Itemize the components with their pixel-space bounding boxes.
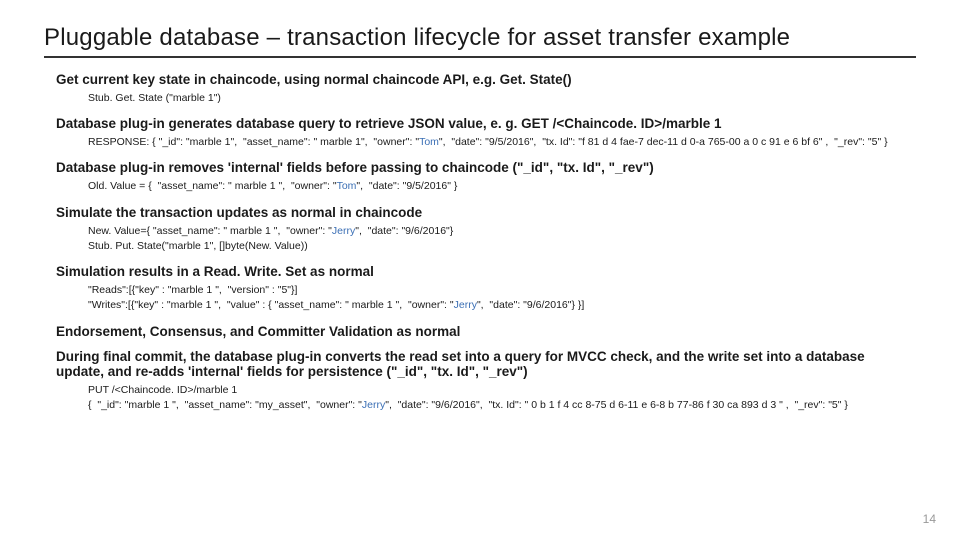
section-heading: Simulate the transaction updates as norm…	[56, 205, 916, 220]
code-text: RESPONSE: { "_id": "marble 1", "asset_na…	[88, 136, 419, 148]
code-text: ", "date": "9/5/2016", "tx. Id": "f 81 d…	[439, 136, 888, 148]
slide-title: Pluggable database – transaction lifecyc…	[44, 24, 916, 58]
section-heading: Simulation results in a Read. Write. Set…	[56, 264, 916, 279]
code-text: Stub. Put. State("marble 1", []byte(New.…	[88, 240, 308, 252]
code-line: "Reads":[{"key" : "marble 1 ", "version"…	[88, 283, 916, 298]
code-text: New. Value={ "asset_name": " marble 1 ",…	[88, 225, 332, 237]
code-line: Stub. Get. State ("marble 1")	[88, 91, 916, 106]
section-heading: Get current key state in chaincode, usin…	[56, 72, 916, 87]
code-line: New. Value={ "asset_name": " marble 1 ",…	[88, 224, 916, 239]
code-text: PUT /<Chaincode. ID>/marble 1	[88, 384, 237, 396]
section-heading: During final commit, the database plug-i…	[56, 349, 916, 379]
section-heading: Database plug-in removes 'internal' fiel…	[56, 160, 916, 175]
code-text: Old. Value = { "asset_name": " marble 1 …	[88, 180, 337, 192]
highlighted-text: Jerry	[454, 299, 477, 311]
code-line: PUT /<Chaincode. ID>/marble 1	[88, 383, 916, 398]
highlighted-text: Tom	[337, 180, 357, 192]
code-line: Stub. Put. State("marble 1", []byte(New.…	[88, 239, 916, 254]
code-text: ", "date": "9/5/2016" }	[356, 180, 457, 192]
code-text: ", "date": "9/6/2016", "tx. Id": " 0 b 1…	[385, 399, 848, 411]
code-line: "Writes":[{"key" : "marble 1 ", "value" …	[88, 298, 916, 313]
code-line: Old. Value = { "asset_name": " marble 1 …	[88, 179, 916, 194]
highlighted-text: Jerry	[332, 225, 355, 237]
code-text: "Reads":[{"key" : "marble 1 ", "version"…	[88, 284, 297, 296]
code-line: RESPONSE: { "_id": "marble 1", "asset_na…	[88, 135, 916, 150]
code-line: { "_id": "marble 1 ", "asset_name": "my_…	[88, 398, 916, 413]
code-text: ", "date": "9/6/2016"} }]	[477, 299, 584, 311]
code-text: { "_id": "marble 1 ", "asset_name": "my_…	[88, 399, 362, 411]
code-text: Stub. Get. State ("marble 1")	[88, 92, 221, 104]
sections-container: Get current key state in chaincode, usin…	[44, 72, 916, 413]
section-heading: Database plug-in generates database quer…	[56, 116, 916, 131]
code-text: "Writes":[{"key" : "marble 1 ", "value" …	[88, 299, 454, 311]
code-text: ", "date": "9/6/2016"}	[355, 225, 453, 237]
section-heading: Endorsement, Consensus, and Committer Va…	[56, 324, 916, 339]
highlighted-text: Tom	[419, 136, 439, 148]
slide: Pluggable database – transaction lifecyc…	[0, 0, 960, 540]
highlighted-text: Jerry	[362, 399, 385, 411]
page-number: 14	[923, 512, 936, 526]
